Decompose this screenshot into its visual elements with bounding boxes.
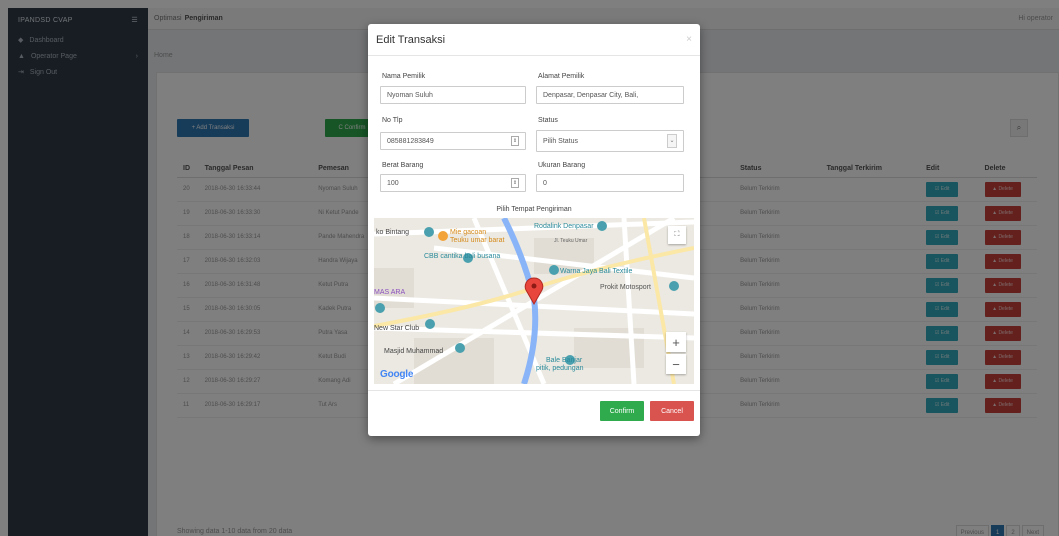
status-selected-value: Pilih Status [543, 137, 579, 145]
modal-footer: Confirm Cancel [368, 390, 700, 436]
ukuran-barang-label: Ukuran Barang [538, 162, 586, 169]
nama-pemilik-value: Nyoman Suluh [387, 91, 433, 99]
map-label: Masjid Muhammad [384, 348, 443, 355]
status-select[interactable]: Pilih Status ⌄ [536, 130, 684, 152]
status-label: Status [538, 117, 558, 124]
fullscreen-icon[interactable]: ⛶ [668, 226, 686, 244]
nama-pemilik-label: Nama Pemilik [382, 73, 426, 80]
cancel-modal-button[interactable]: Cancel [650, 401, 694, 421]
map-label: MAS ARA [374, 289, 405, 296]
poi-pin [455, 343, 465, 353]
map-label: ko Bintang [376, 229, 409, 236]
poi-pin [549, 265, 559, 275]
nama-pemilik-input[interactable]: Nyoman Suluh [380, 86, 526, 104]
poi-pin [424, 227, 434, 237]
alamat-pemilik-input[interactable]: Denpasar, Denpasar City, Bali, [536, 86, 684, 104]
chevron-down-icon: ⌄ [667, 134, 677, 148]
map-label: Warna Jaya Bali Textile [560, 268, 632, 275]
poi-pin [375, 303, 385, 313]
modal-header: Edit Transaksi × [368, 24, 700, 56]
map-label: Bale Banjar [546, 357, 583, 364]
spinner-icon[interactable]: ⇕ [511, 178, 519, 188]
map-canvas: ko Bintang Mie gacoan Teuku umar barat R… [374, 218, 694, 384]
no-tlp-input[interactable]: 085881283849 ⇕ [380, 132, 526, 150]
map-label: New Star Club [374, 325, 419, 332]
berat-barang-label: Berat Barang [382, 162, 424, 169]
modal-title: Edit Transaksi [376, 33, 446, 46]
confirm-modal-button[interactable]: Confirm [600, 401, 644, 421]
zoom-in-button[interactable]: + [666, 332, 686, 352]
poi-pin [669, 281, 679, 291]
no-tlp-label: No Tlp [382, 117, 403, 124]
close-icon[interactable]: × [686, 34, 692, 45]
ukuran-barang-input[interactable]: 0 [536, 174, 684, 192]
poi-pin [438, 231, 448, 241]
berat-barang-value: 100 [387, 179, 399, 187]
app-window: IPANDSD CVAP ☰ ◆ Dashboard ▲ Operator Pa… [0, 0, 1059, 536]
map-label: Teuku umar barat [450, 237, 505, 244]
alamat-pemilik-value: Denpasar, Denpasar City, Bali, [543, 91, 639, 99]
ukuran-barang-value: 0 [543, 179, 547, 187]
map-label: Prokit Motosport [600, 284, 651, 291]
map-label: Mie gacoan [450, 229, 486, 236]
edit-transaction-modal: Edit Transaksi × Nama Pemilik Nyoman Sul… [368, 24, 700, 436]
google-logo: Google [380, 369, 414, 380]
map-label: pitik, pedungan [536, 365, 584, 372]
map-title: Pilih Tempat Pengiriman [496, 206, 572, 213]
delivery-location-map[interactable]: ko Bintang Mie gacoan Teuku umar barat R… [374, 218, 694, 384]
berat-barang-input[interactable]: 100 ⇕ [380, 174, 526, 192]
poi-pin [597, 221, 607, 231]
map-label: CBB cantika bali busana [424, 253, 500, 260]
spinner-icon[interactable]: ⇕ [511, 136, 519, 146]
map-label: Jl. Teuku Umar [554, 238, 588, 244]
zoom-out-button[interactable]: − [666, 354, 686, 374]
no-tlp-value: 085881283849 [387, 137, 434, 145]
alamat-pemilik-label: Alamat Pemilik [538, 73, 585, 80]
poi-pin [425, 319, 435, 329]
map-label: Rodalink Denpasar [534, 223, 594, 230]
